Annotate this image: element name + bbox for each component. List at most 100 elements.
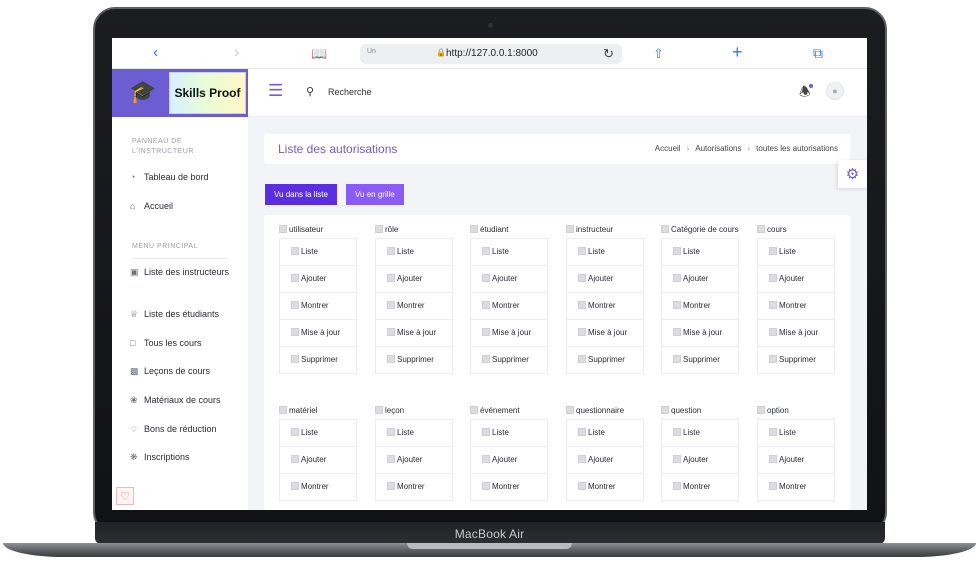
sidebar-item-home[interactable]: ⌂ Accueil [130, 200, 242, 213]
action-checkbox[interactable] [482, 455, 490, 463]
group-checkbox[interactable] [279, 225, 287, 233]
action-checkbox[interactable] [578, 274, 586, 282]
permission-action[interactable]: Liste [662, 239, 738, 266]
permission-group-header[interactable]: questionnaire [566, 404, 644, 417]
permission-action[interactable]: Liste [567, 420, 643, 447]
action-checkbox[interactable] [387, 428, 395, 436]
group-checkbox[interactable] [757, 406, 765, 414]
group-checkbox[interactable] [661, 225, 669, 233]
action-checkbox[interactable] [387, 328, 395, 336]
permission-action[interactable]: Montrer [376, 293, 452, 320]
action-checkbox[interactable] [673, 328, 681, 336]
book-icon[interactable]: 📖 [311, 45, 327, 63]
sidebar-item-enrollments[interactable]: ❋ Inscriptions [130, 451, 242, 464]
group-checkbox[interactable] [470, 406, 478, 414]
settings-gear-icon[interactable]: ⚙ [838, 160, 867, 188]
action-checkbox[interactable] [673, 428, 681, 436]
permission-action[interactable]: Ajouter [567, 447, 643, 474]
permission-action[interactable]: Montrer [280, 474, 356, 500]
permission-action[interactable]: Montrer [758, 474, 834, 500]
search-icon[interactable]: ⚲ [306, 85, 314, 98]
action-checkbox[interactable] [387, 301, 395, 309]
action-checkbox[interactable] [482, 301, 490, 309]
permission-group-header[interactable]: instructeur [566, 223, 644, 236]
action-checkbox[interactable] [578, 301, 586, 309]
action-checkbox[interactable] [769, 247, 777, 255]
action-checkbox[interactable] [387, 355, 395, 363]
permission-action[interactable]: Supprimer [758, 347, 834, 373]
group-checkbox[interactable] [757, 225, 765, 233]
action-checkbox[interactable] [291, 428, 299, 436]
permission-group-header[interactable]: leçon [375, 404, 453, 417]
action-checkbox[interactable] [769, 301, 777, 309]
view-grid-button[interactable]: Vu en grille [346, 184, 404, 205]
chevron-left-icon[interactable]: ‹ [153, 44, 158, 62]
laravel-icon[interactable]: ♡ [116, 487, 134, 505]
permission-action[interactable]: Supprimer [567, 347, 643, 373]
permission-action[interactable]: Mise à jour [567, 320, 643, 347]
permission-action[interactable]: Ajouter [280, 447, 356, 474]
action-checkbox[interactable] [673, 247, 681, 255]
permission-action[interactable]: Supprimer [662, 347, 738, 373]
group-checkbox[interactable] [375, 225, 383, 233]
sidebar-item-courses[interactable]: □ Tous les cours [130, 337, 242, 350]
permission-group-header[interactable]: Catégorie de cours [661, 223, 739, 236]
permission-action[interactable]: Liste [376, 420, 452, 447]
permission-action[interactable]: Liste [758, 420, 834, 447]
permission-group-header[interactable]: rôle [375, 223, 453, 236]
permission-action[interactable]: Mise à jour [376, 320, 452, 347]
permission-action[interactable]: Montrer [567, 474, 643, 500]
permission-action[interactable]: Ajouter [471, 447, 547, 474]
action-checkbox[interactable] [578, 355, 586, 363]
permission-group-header[interactable]: événement [470, 404, 548, 417]
permission-action[interactable]: Supprimer [280, 347, 356, 373]
action-checkbox[interactable] [578, 428, 586, 436]
permission-action[interactable]: Mise à jour [662, 320, 738, 347]
permission-action[interactable]: Ajouter [567, 266, 643, 293]
permission-action[interactable]: Liste [376, 239, 452, 266]
action-checkbox[interactable] [482, 247, 490, 255]
permission-action[interactable]: Montrer [280, 293, 356, 320]
permission-group-header[interactable]: cours [757, 223, 835, 236]
chevron-right-icon[interactable]: › [234, 44, 239, 62]
url-bar[interactable]: Un 🔒 http://127.0.0.1:8000 ↻ [360, 44, 622, 64]
permission-action[interactable]: Liste [567, 239, 643, 266]
action-checkbox[interactable] [482, 428, 490, 436]
permission-group-header[interactable]: question [661, 404, 739, 417]
sidebar-item-lessons[interactable]: ▩ Leçons de cours [130, 365, 242, 378]
breadcrumb-home[interactable]: Accueil [655, 144, 681, 153]
action-checkbox[interactable] [482, 328, 490, 336]
action-checkbox[interactable] [673, 301, 681, 309]
permission-action[interactable]: Liste [471, 239, 547, 266]
plus-icon[interactable]: + [732, 43, 743, 61]
action-checkbox[interactable] [482, 482, 490, 490]
search-input[interactable]: Recherche [328, 87, 372, 97]
sidebar-item-dashboard[interactable]: ◔ Tableau de bord [130, 171, 242, 184]
sidebar-item-instructors[interactable]: ▣ Liste des instructeurs [130, 266, 242, 279]
group-checkbox[interactable] [470, 225, 478, 233]
permission-group-header[interactable]: étudiant [470, 223, 548, 236]
permission-action[interactable]: Mise à jour [471, 320, 547, 347]
action-checkbox[interactable] [291, 355, 299, 363]
permission-action[interactable]: Mise à jour [280, 320, 356, 347]
permission-action[interactable]: Ajouter [758, 266, 834, 293]
action-checkbox[interactable] [673, 482, 681, 490]
action-checkbox[interactable] [673, 355, 681, 363]
group-checkbox[interactable] [375, 406, 383, 414]
permission-group-header[interactable]: utilisateur [279, 223, 357, 236]
permission-action[interactable]: Montrer [662, 293, 738, 320]
action-checkbox[interactable] [769, 328, 777, 336]
action-checkbox[interactable] [482, 355, 490, 363]
permission-action[interactable]: Liste [280, 420, 356, 447]
brand-logo[interactable]: Skills Proof [169, 72, 246, 114]
action-checkbox[interactable] [291, 328, 299, 336]
permission-action[interactable]: Liste [471, 420, 547, 447]
action-checkbox[interactable] [291, 274, 299, 282]
permission-group-header[interactable]: matériel [279, 404, 357, 417]
action-checkbox[interactable] [769, 355, 777, 363]
action-checkbox[interactable] [769, 455, 777, 463]
action-checkbox[interactable] [291, 455, 299, 463]
action-checkbox[interactable] [482, 274, 490, 282]
action-checkbox[interactable] [387, 455, 395, 463]
action-checkbox[interactable] [578, 455, 586, 463]
